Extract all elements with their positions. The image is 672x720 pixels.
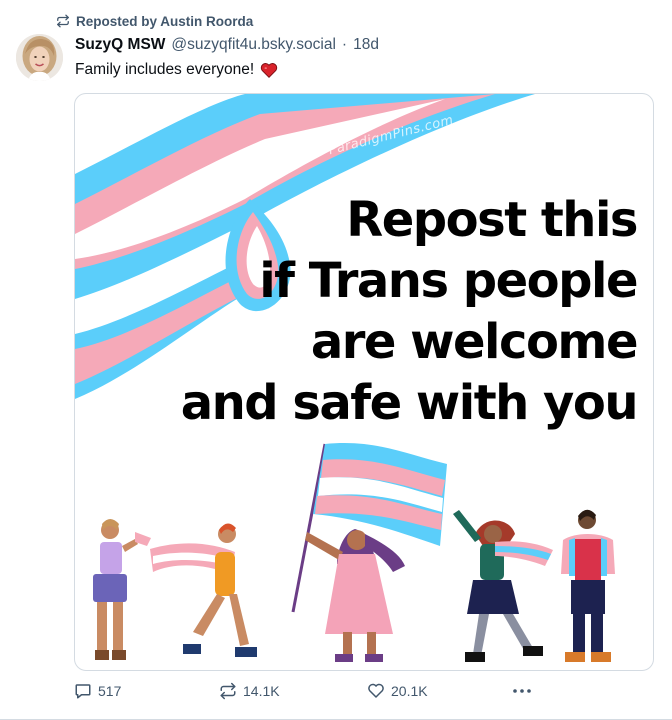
ellipsis-icon (513, 689, 531, 693)
repost-action-icon (220, 682, 236, 700)
post-image[interactable]: ParadigmPins.com Repost this if Trans pe… (74, 93, 654, 671)
post-card[interactable]: Reposted by Austin Roorda SuzyQ MSW @suz… (0, 0, 672, 720)
post-header: SuzyQ MSW @suzyqfit4u.bsky.social · 18d (75, 36, 379, 54)
like-button[interactable]: 20.1K (367, 682, 428, 700)
headline-line-2: if Trans people (259, 253, 638, 309)
avatar[interactable] (16, 34, 63, 81)
repost-label: Reposted by Austin Roorda (76, 13, 254, 29)
headline-line-1: Repost this (346, 192, 638, 248)
repost-button[interactable]: 14.1K (219, 682, 280, 700)
header-separator: · (341, 36, 348, 53)
repost-count: 14.1K (243, 683, 280, 699)
post-actions: 517 14.1K 20.1K (74, 682, 652, 702)
image-headline: Repost this if Trans people are welcome … (180, 190, 639, 434)
post-text-content: Family includes everyone! (75, 61, 255, 78)
repost-indicator[interactable]: Reposted by Austin Roorda (56, 12, 253, 30)
reply-button[interactable]: 517 (74, 682, 121, 700)
more-options-button[interactable] (511, 682, 533, 700)
heart-icon (368, 683, 384, 698)
headline-line-4: and safe with you (180, 375, 639, 431)
author-display-name[interactable]: SuzyQ MSW (75, 36, 165, 54)
post-text: Family includes everyone! (75, 61, 278, 79)
reply-count: 517 (98, 683, 122, 699)
reply-icon (75, 684, 91, 699)
red-heart-icon (261, 63, 278, 78)
headline-line-3: are welcome (310, 314, 639, 370)
like-count: 20.1K (391, 683, 428, 699)
post-timestamp[interactable]: 18d (353, 36, 379, 54)
people-illustration (93, 509, 615, 662)
repost-icon (57, 14, 69, 28)
author-handle[interactable]: @suzyqfit4u.bsky.social (171, 36, 335, 54)
